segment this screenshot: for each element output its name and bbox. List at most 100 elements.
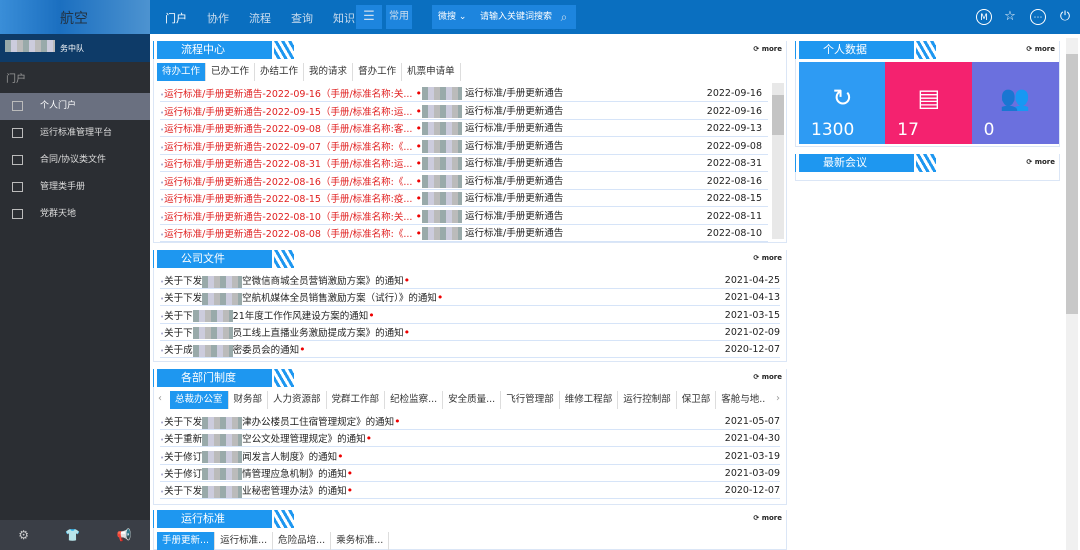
star-icon[interactable]: ☆ bbox=[1002, 9, 1018, 25]
more-link[interactable]: ⟳ more bbox=[753, 45, 782, 53]
list-item[interactable]: •关于下 员工线上直播业务激励提成方案》的通知• 2021-02-09 bbox=[160, 324, 780, 341]
blurred-name bbox=[422, 122, 462, 135]
table-row[interactable]: •运行标准/手册更新通告-2022-08-31（手册/标准名称:运... • 运行… bbox=[160, 155, 768, 172]
scrollbar[interactable] bbox=[772, 83, 784, 239]
row-category: 运行标准/手册更新通告 bbox=[465, 228, 564, 239]
stat-tile[interactable]: 👥 0 bbox=[971, 62, 1059, 144]
table-row[interactable]: •运行标准/手册更新通告-2022-09-16（手册/标准名称:关... • 运行… bbox=[160, 85, 768, 102]
nav-knowledge[interactable]: 知识 bbox=[333, 10, 355, 26]
row-title[interactable]: 运行标准/手册更新通告-2022-09-08（手册/标准名称:客... bbox=[164, 124, 412, 135]
blurred-name bbox=[422, 192, 462, 205]
m-icon[interactable]: M bbox=[976, 9, 992, 25]
row-title[interactable]: 运行标准/手册更新通告-2022-08-15（手册/标准名称:疫... bbox=[164, 194, 412, 205]
tab[interactable]: 保卫部 bbox=[677, 391, 717, 409]
list-item[interactable]: •关于成 密委员会的通知• 2020-12-07 bbox=[160, 341, 780, 359]
list-item[interactable]: •关于下发 空微信商城全员营销激励方案》的通知• 2021-04-25 bbox=[160, 272, 780, 289]
tab[interactable]: 纪检监察... bbox=[385, 391, 444, 409]
settings-icon[interactable]: ⚙ bbox=[18, 528, 29, 542]
more-link[interactable]: ⟳ more bbox=[1026, 45, 1055, 53]
tab[interactable]: 已办工作 bbox=[206, 63, 256, 81]
tab[interactable]: 飞行管理部 bbox=[501, 391, 560, 409]
tab[interactable]: 我的请求 bbox=[304, 63, 354, 81]
tab-prev-icon[interactable]: ‹ bbox=[158, 393, 162, 404]
tab[interactable]: 维修工程部 bbox=[560, 391, 619, 409]
tab-next-icon[interactable]: › bbox=[776, 393, 780, 404]
tab[interactable]: 督办工作 bbox=[353, 63, 403, 81]
panel-title: 流程中心 bbox=[154, 41, 294, 59]
more-link[interactable]: ⟳ more bbox=[753, 514, 782, 522]
search-input[interactable]: 请输入关键词搜索 bbox=[480, 5, 552, 29]
tab[interactable]: 待办工作 bbox=[157, 63, 207, 81]
more-icon[interactable]: ⋯ bbox=[1030, 9, 1046, 25]
table-row[interactable]: •运行标准/手册更新通告-2022-09-15（手册/标准名称:运... • 运行… bbox=[160, 103, 768, 120]
list-item[interactable]: •关于重新 空公文处理管理规定》的通知• 2021-04-30 bbox=[160, 430, 780, 448]
announcement-icon[interactable]: 📢 bbox=[117, 528, 132, 542]
row-date: 2021-04-30 bbox=[724, 433, 780, 445]
stat-tile[interactable]: ↻ 1300 bbox=[799, 62, 886, 144]
tab[interactable]: 办结工作 bbox=[255, 63, 305, 81]
row-date: 2021-03-15 bbox=[724, 309, 780, 321]
search-scope-select[interactable]: 微搜 ⌄ bbox=[438, 5, 466, 29]
tab[interactable]: 财务部 bbox=[229, 391, 269, 409]
row-title[interactable]: 运行标准/手册更新通告-2022-08-08（手册/标准名称:《... bbox=[164, 229, 412, 240]
row-title[interactable]: 运行标准/手册更新通告-2022-08-10（手册/标准名称:关... bbox=[164, 212, 412, 223]
std-tabs: 手册更新... 运行标准... 危险品培... 乘务标准... bbox=[157, 532, 390, 550]
more-link[interactable]: ⟳ more bbox=[753, 254, 782, 262]
skin-icon[interactable]: 👕 bbox=[65, 528, 80, 542]
row-title[interactable]: 运行标准/手册更新通告-2022-09-07（手册/标准名称:《... bbox=[164, 142, 412, 153]
sidebar-item-personal-portal[interactable]: 个人门户 bbox=[0, 93, 150, 120]
table-row[interactable]: •运行标准/手册更新通告-2022-08-16（手册/标准名称:《... • 运行… bbox=[160, 173, 768, 190]
more-link[interactable]: ⟳ more bbox=[1026, 158, 1055, 166]
tab[interactable]: 手册更新... bbox=[157, 532, 216, 550]
sidebar-item-party[interactable]: 党群天地 bbox=[0, 201, 150, 228]
row-title-suffix: 空公文处理管理规定》的通知 bbox=[242, 434, 366, 446]
row-title-suffix: 津办公楼员工住宿管理规定》的通知 bbox=[242, 417, 395, 428]
row-title-prefix: 关于下发 bbox=[164, 276, 203, 287]
tab[interactable]: 机票申请单 bbox=[402, 63, 461, 81]
table-row[interactable]: •运行标准/手册更新通告-2022-08-10（手册/标准名称:关... • 运行… bbox=[160, 208, 768, 225]
layout-icon bbox=[12, 209, 23, 219]
nav-portal[interactable]: 门户 bbox=[165, 10, 187, 26]
tab[interactable]: 客舱与地... bbox=[716, 391, 766, 409]
row-title[interactable]: 运行标准/手册更新通告-2022-08-31（手册/标准名称:运... bbox=[164, 159, 412, 170]
power-icon[interactable]: ⏻ bbox=[1057, 9, 1073, 25]
nav-process[interactable]: 流程 bbox=[249, 10, 271, 26]
row-category: 运行标准/手册更新通告 bbox=[465, 140, 564, 152]
row-date: 2022-09-13 bbox=[706, 123, 762, 134]
list-item[interactable]: •关于修订 情管理应急机制》的通知• 2021-03-09 bbox=[160, 465, 780, 482]
row-date: 2021-04-25 bbox=[724, 275, 780, 286]
stat-tile[interactable]: ▤ 17 bbox=[885, 62, 973, 144]
row-title-prefix: 关于重新 bbox=[164, 434, 203, 446]
menu-icon[interactable]: ☰ bbox=[356, 5, 382, 29]
tab[interactable]: 安全质量... bbox=[443, 391, 502, 409]
row-title[interactable]: 运行标准/手册更新通告-2022-08-16（手册/标准名称:《... bbox=[164, 177, 412, 188]
row-title[interactable]: 运行标准/手册更新通告-2022-09-15（手册/标准名称:运... bbox=[164, 107, 412, 118]
table-row[interactable]: •运行标准/手册更新通告-2022-09-08（手册/标准名称:客... • 运行… bbox=[160, 120, 768, 137]
tab[interactable]: 总裁办公室 bbox=[170, 391, 229, 409]
common-button[interactable]: 常用 bbox=[386, 5, 412, 29]
table-row[interactable]: •运行标准/手册更新通告-2022-08-15（手册/标准名称:疫... • 运行… bbox=[160, 190, 768, 207]
tab[interactable]: 运行控制部 bbox=[618, 391, 677, 409]
tab[interactable]: 人力资源部 bbox=[268, 391, 327, 409]
list-item[interactable]: •关于下 21年度工作作风建设方案的通知• 2021-03-15 bbox=[160, 307, 780, 324]
row-category: 运行标准/手册更新通告 bbox=[465, 193, 564, 204]
sidebar-item-manuals[interactable]: 管理类手册 bbox=[0, 174, 150, 201]
search-icon[interactable]: ⌕ bbox=[552, 5, 576, 29]
sidebar-item-standards[interactable]: 运行标准管理平台 bbox=[0, 120, 150, 147]
tab[interactable]: 乘务标准... bbox=[331, 532, 390, 550]
nav-collab[interactable]: 协作 bbox=[207, 10, 229, 26]
list-item[interactable]: •关于下发 空航机媒体全员销售激励方案（试行）》的通知• 2021-04-13 bbox=[160, 289, 780, 307]
table-row[interactable]: •运行标准/手册更新通告-2022-09-07（手册/标准名称:《... • 运行… bbox=[160, 138, 768, 155]
tab[interactable]: 危险品培... bbox=[273, 532, 332, 550]
page-scrollbar[interactable] bbox=[1066, 38, 1078, 550]
row-title[interactable]: 运行标准/手册更新通告-2022-09-16（手册/标准名称:关... bbox=[164, 89, 412, 100]
more-link[interactable]: ⟳ more bbox=[753, 373, 782, 381]
list-item[interactable]: •关于下发 业秘密管理办法》的通知• 2020-12-07 bbox=[160, 482, 780, 500]
list-item[interactable]: •关于下发 津办公楼员工住宿管理规定》的通知• 2021-05-07 bbox=[160, 413, 780, 430]
sidebar-item-contracts[interactable]: 合同/协议类文件 bbox=[0, 147, 150, 174]
list-item[interactable]: •关于修订 闻发言人制度》的通知• 2021-03-19 bbox=[160, 448, 780, 465]
tab[interactable]: 运行标准... bbox=[215, 532, 274, 550]
nav-query[interactable]: 查询 bbox=[291, 10, 313, 26]
table-row[interactable]: •运行标准/手册更新通告-2022-08-08（手册/标准名称:《... • 运行… bbox=[160, 225, 768, 242]
tab[interactable]: 党群工作部 bbox=[327, 391, 386, 409]
